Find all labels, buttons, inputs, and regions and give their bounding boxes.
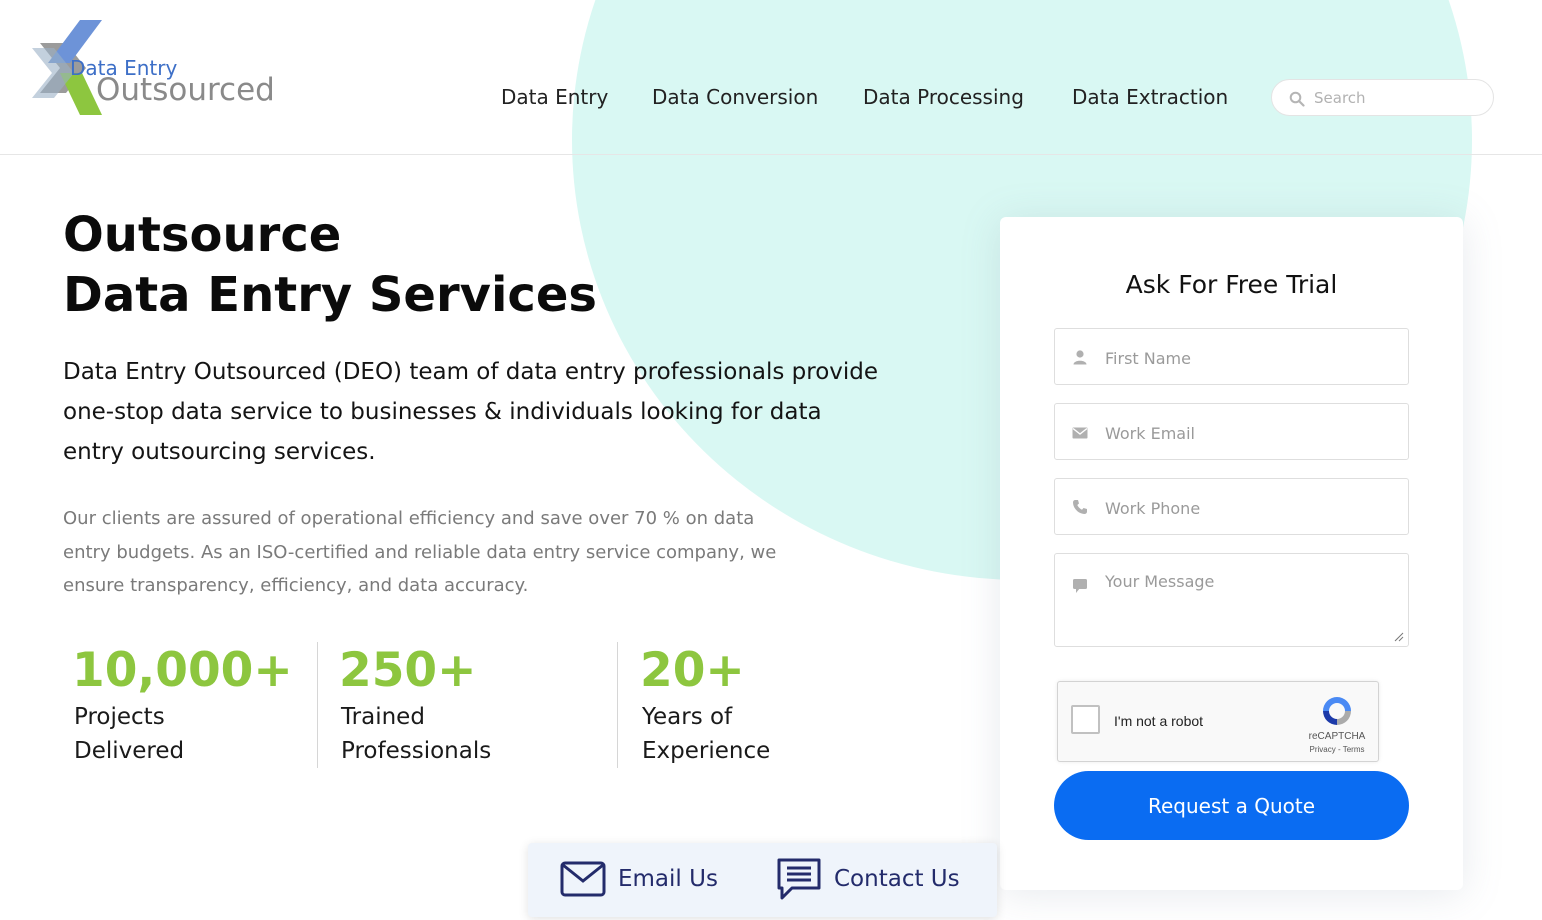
stat-label: Projects Delivered	[74, 704, 185, 764]
first-name-field[interactable]	[1054, 328, 1409, 385]
form-title: Ask For Free Trial	[1125, 270, 1338, 299]
logo[interactable]: Data Entry Outsourced	[30, 18, 275, 118]
recaptcha-checkbox[interactable]	[1071, 705, 1100, 734]
stat-projects: 10,000+ Projects Delivered	[72, 642, 293, 768]
stat-professionals: 250+ Trained Professionals	[339, 642, 491, 768]
contact-us-label: Contact Us	[834, 866, 960, 892]
chat-icon	[777, 858, 821, 900]
work-email-field[interactable]	[1054, 403, 1409, 460]
search-box[interactable]	[1271, 79, 1494, 116]
nav-item-data-processing[interactable]: Data Processing	[863, 85, 1024, 109]
hero-title-line1: Outsource	[63, 207, 342, 263]
recaptcha-terms-link[interactable]: Privacy - Terms	[1302, 745, 1372, 754]
recaptcha-brand: reCAPTCHA	[1308, 731, 1366, 742]
resize-handle-icon[interactable]	[1394, 632, 1404, 642]
hero-sub-text: Our clients are assured of operational e…	[63, 508, 777, 596]
hero-heading: Outsource Data Entry Services	[63, 205, 597, 325]
stat-label: Trained Professionals	[341, 704, 492, 764]
message-field[interactable]	[1054, 553, 1409, 647]
nav-item-data-extraction[interactable]: Data Extraction	[1072, 85, 1228, 109]
mail-icon	[560, 861, 606, 897]
request-quote-button[interactable]: Request a Quote	[1054, 771, 1409, 840]
work-phone-field[interactable]	[1054, 478, 1409, 535]
message-input[interactable]	[1105, 572, 1395, 594]
nav-item-data-entry[interactable]: Data Entry	[501, 85, 608, 109]
stat-experience: 20+ Years of Experience	[640, 642, 770, 768]
user-icon	[1073, 350, 1087, 365]
phone-icon	[1073, 500, 1087, 514]
search-icon	[1289, 91, 1305, 107]
envelope-icon	[1072, 427, 1088, 439]
stat-number: 10,000+	[72, 643, 293, 698]
logo-text-bottom: Outsourced	[96, 72, 275, 108]
contact-us-button[interactable]: Contact Us	[776, 843, 976, 917]
stat-number: 250+	[339, 643, 477, 698]
email-us-label: Email Us	[618, 866, 718, 892]
contact-bar: Email Us Contact Us	[528, 843, 997, 917]
site-header: Data Entry Outsourced Data Entry Data Co…	[0, 0, 1542, 155]
recaptcha-label: I'm not a robot	[1114, 713, 1204, 729]
nav-item-data-conversion[interactable]: Data Conversion	[652, 85, 818, 109]
recaptcha-logo-icon	[1323, 697, 1351, 725]
stat-label: Years of Experience	[642, 704, 771, 764]
first-name-input[interactable]	[1105, 347, 1395, 369]
comment-icon	[1073, 579, 1087, 593]
stat-divider	[317, 642, 318, 768]
search-input[interactable]	[1314, 88, 1484, 108]
stat-divider	[617, 642, 618, 768]
recaptcha-widget: I'm not a robot reCAPTCHA Privacy - Term…	[1057, 681, 1379, 762]
stat-number: 20+	[640, 643, 745, 698]
hero-title-line2: Data Entry Services	[63, 267, 597, 323]
email-us-button[interactable]: Email Us	[558, 843, 728, 917]
work-email-input[interactable]	[1105, 422, 1395, 444]
hero-lead-text: Data Entry Outsourced (DEO) team of data…	[63, 359, 879, 465]
work-phone-input[interactable]	[1105, 497, 1395, 519]
